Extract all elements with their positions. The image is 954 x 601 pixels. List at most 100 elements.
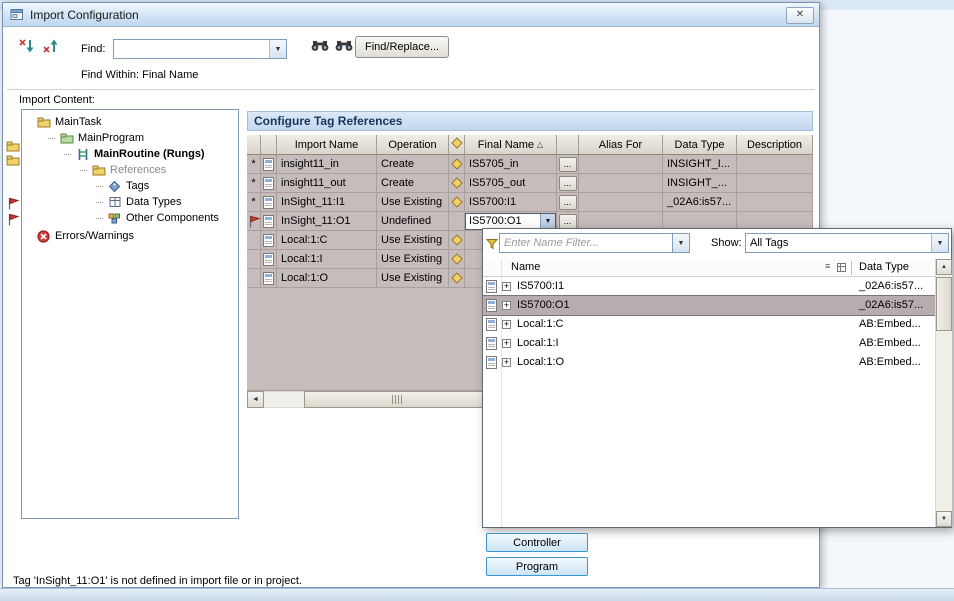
- column-grid-icon[interactable]: [837, 263, 846, 275]
- picker-row[interactable]: + Local:1:O AB:Embed...: [483, 353, 935, 372]
- tree-item-errors-warnings[interactable]: Errors/Warnings: [22, 228, 238, 244]
- browse-button[interactable]: ...: [559, 195, 577, 210]
- import-marker-down-button[interactable]: [15, 36, 37, 58]
- tree-item-tags[interactable]: Tags: [22, 178, 238, 194]
- close-icon: ✕: [796, 9, 804, 20]
- show-combobox[interactable]: All Tags ▼: [745, 233, 949, 253]
- cell-import-name[interactable]: InSight_11:I1: [277, 193, 377, 212]
- cell-description[interactable]: [737, 174, 813, 193]
- cell-alias-for[interactable]: [579, 155, 663, 174]
- scroll-up-button[interactable]: ▲: [936, 259, 952, 275]
- close-button[interactable]: ✕: [786, 7, 814, 24]
- program-scope-button[interactable]: Program: [486, 557, 588, 576]
- scroll-left-button[interactable]: ◄: [247, 391, 264, 408]
- controller-scope-button[interactable]: Controller: [486, 533, 588, 552]
- picker-tag-name: IS5700:O1: [517, 299, 570, 311]
- cell-import-name[interactable]: insight11_in: [277, 155, 377, 174]
- cell-operation[interactable]: Use Existing: [377, 231, 449, 250]
- cell-operation[interactable]: Use Existing: [377, 193, 449, 212]
- picker-tag-type: AB:Embed...: [859, 356, 921, 368]
- picker-vscrollbar[interactable]: ▲ ▼: [935, 259, 952, 527]
- final-name-combobox[interactable]: IS5700:O1 ▼: [465, 213, 556, 230]
- name-filter-input[interactable]: [499, 233, 673, 253]
- tree-item-mainprogram[interactable]: MainProgram: [22, 130, 238, 146]
- column-header-operation[interactable]: Operation: [377, 135, 449, 155]
- cell-operation[interactable]: Undefined: [377, 212, 449, 231]
- vscroll-thumb[interactable]: [936, 277, 952, 331]
- picker-row[interactable]: + Local:1:C AB:Embed...: [483, 315, 935, 334]
- tag-card-icon: [261, 250, 277, 269]
- data-type-column-header[interactable]: Data Type: [859, 261, 909, 273]
- tree-item-data-types[interactable]: Data Types: [22, 194, 238, 210]
- cell-import-name[interactable]: Local:1:I: [277, 250, 377, 269]
- picker-tag-type: _02A6:is57...: [859, 299, 923, 311]
- filter-dropdown-button[interactable]: ▼: [673, 233, 690, 253]
- cell-import-name[interactable]: insight11_out: [277, 174, 377, 193]
- binoculars-down-icon: [311, 39, 329, 55]
- cell-operation[interactable]: Use Existing: [377, 269, 449, 288]
- import-marker-up-button[interactable]: [39, 36, 61, 58]
- browse-button[interactable]: ...: [559, 214, 577, 229]
- find-input[interactable]: [114, 40, 269, 58]
- cell-description[interactable]: [737, 155, 813, 174]
- tree-connector: [48, 138, 55, 139]
- tree-item-other-components[interactable]: Other Components: [22, 210, 238, 226]
- expand-button[interactable]: +: [502, 301, 511, 310]
- column-header-final-name[interactable]: Final Name△: [465, 135, 557, 155]
- final-tag-icon: [449, 269, 465, 288]
- column-header-alias-for[interactable]: Alias For: [579, 135, 663, 155]
- cell-final-name[interactable]: IS5700:I1: [465, 193, 557, 212]
- expand-button[interactable]: +: [502, 339, 511, 348]
- cell-alias-for[interactable]: [579, 193, 663, 212]
- gutter-flag-icon: [7, 213, 19, 231]
- cell-import-name[interactable]: Local:1:O: [277, 269, 377, 288]
- tree-item-mainroutine[interactable]: MainRoutine (Rungs): [22, 146, 238, 162]
- cell-description[interactable]: [737, 193, 813, 212]
- column-menu-icon[interactable]: ≡: [825, 261, 830, 271]
- cell-final-name[interactable]: IS5705_out: [465, 174, 557, 193]
- table-row[interactable]: * InSight_11:I1 Use Existing IS5700:I1 .…: [247, 193, 813, 212]
- error-circle-icon: [36, 230, 51, 243]
- cell-operation[interactable]: Use Existing: [377, 250, 449, 269]
- expand-button[interactable]: +: [502, 320, 511, 329]
- cell-alias-for[interactable]: [579, 174, 663, 193]
- show-dropdown-button[interactable]: ▼: [931, 234, 948, 252]
- name-column-header[interactable]: Name: [511, 261, 540, 273]
- tree-item-label: MainTask: [55, 116, 101, 128]
- picker-row[interactable]: + IS5700:I1 _02A6:is57...: [483, 277, 935, 296]
- column-header-import-name[interactable]: Import Name: [277, 135, 377, 155]
- picker-row[interactable]: + Local:1:I AB:Embed...: [483, 334, 935, 353]
- scroll-down-button[interactable]: ▼: [936, 511, 952, 527]
- expand-button[interactable]: +: [502, 282, 511, 291]
- picker-row-selected[interactable]: + IS5700:O1 _02A6:is57...: [483, 296, 935, 315]
- cell-operation[interactable]: Create: [377, 155, 449, 174]
- cell-operation[interactable]: Create: [377, 174, 449, 193]
- cell-data-type[interactable]: _02A6:is57...: [663, 193, 737, 212]
- browse-button[interactable]: ...: [559, 176, 577, 191]
- cell-data-type[interactable]: INSIGHT_I...: [663, 155, 737, 174]
- final-name-dropdown-button[interactable]: ▼: [540, 214, 555, 229]
- find-previous-button[interactable]: [333, 36, 355, 58]
- find-next-button[interactable]: [309, 36, 331, 58]
- row-marker: *: [247, 174, 261, 193]
- browse-button[interactable]: ...: [559, 157, 577, 172]
- cell-final-name[interactable]: IS5705_in: [465, 155, 557, 174]
- final-tag-icon: [449, 231, 465, 250]
- table-row[interactable]: * insight11_in Create IS5705_in ... INSI…: [247, 155, 813, 174]
- tree-connector: [96, 218, 103, 219]
- find-replace-button[interactable]: Find/Replace...: [355, 36, 449, 58]
- find-within-label: Find Within: Final Name: [81, 69, 198, 81]
- find-combobox[interactable]: ▼: [113, 39, 287, 59]
- cell-import-name[interactable]: InSight_11:O1: [277, 212, 377, 231]
- column-header-data-type[interactable]: Data Type: [663, 135, 737, 155]
- cell-data-type[interactable]: INSIGHT_...: [663, 174, 737, 193]
- expand-button[interactable]: +: [502, 358, 511, 367]
- table-row[interactable]: * insight11_out Create IS5705_out ... IN…: [247, 174, 813, 193]
- tree-item-label: Tags: [126, 180, 149, 192]
- tree-item-maintask[interactable]: MainTask: [22, 114, 238, 130]
- cell-import-name[interactable]: Local:1:C: [277, 231, 377, 250]
- find-dropdown-button[interactable]: ▼: [269, 40, 286, 58]
- column-header-description[interactable]: Description: [737, 135, 813, 155]
- hscroll-thumb[interactable]: [304, 391, 489, 408]
- tree-item-references[interactable]: References: [22, 162, 238, 178]
